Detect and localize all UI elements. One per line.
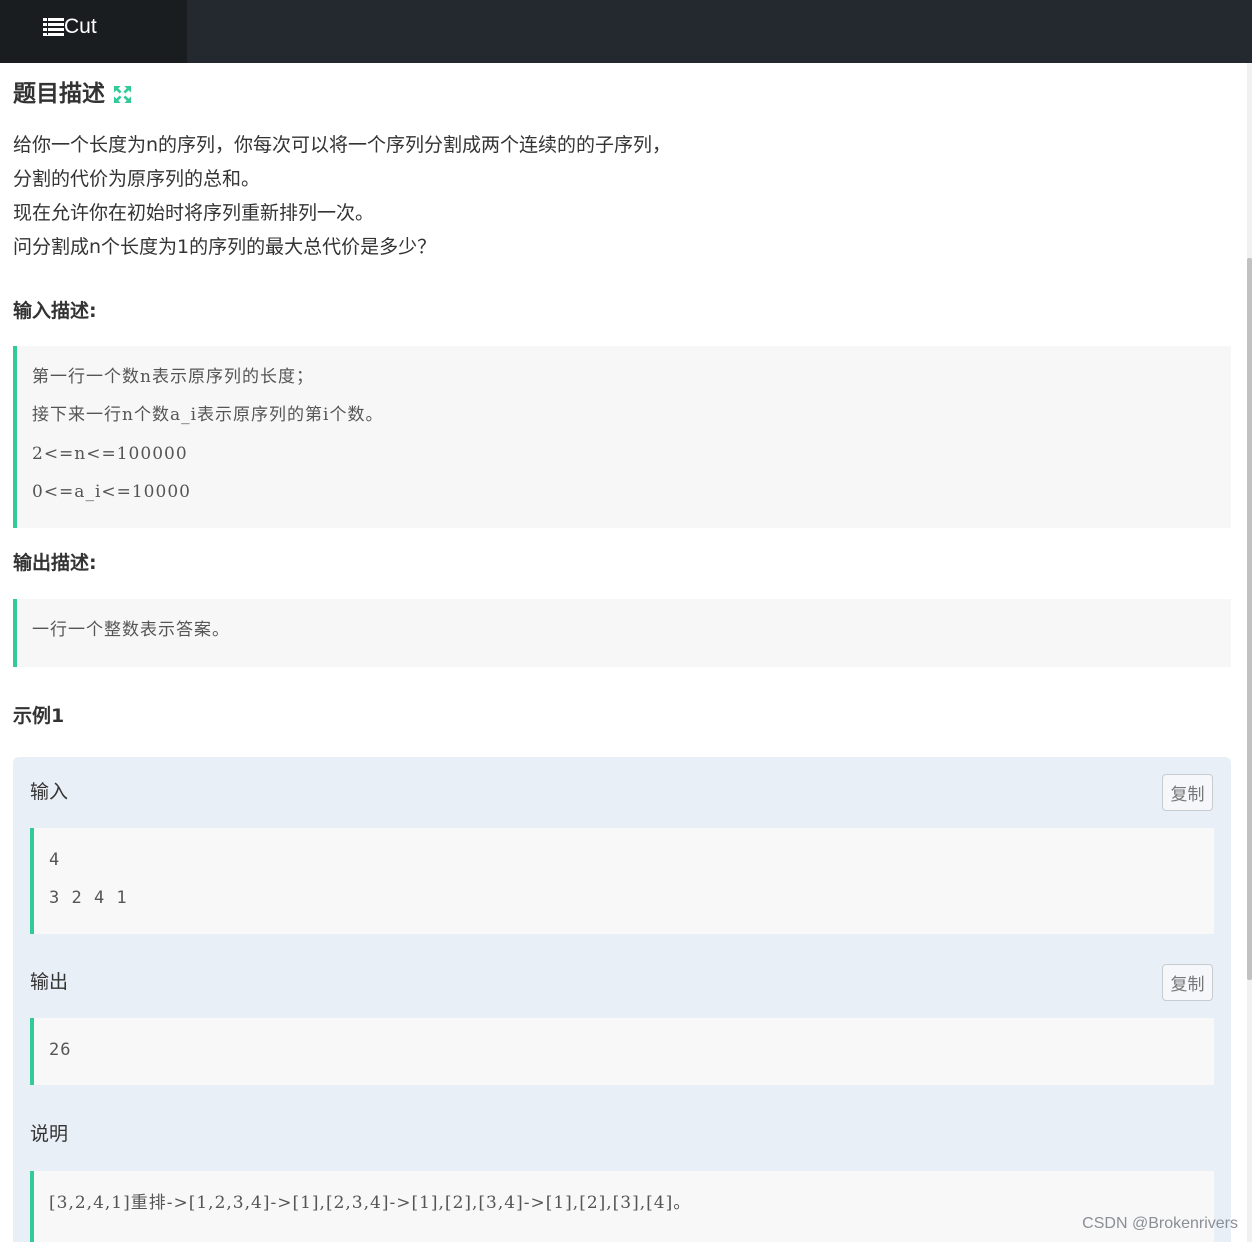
scrollbar-thumb[interactable] (1247, 258, 1252, 980)
example-output-code: 26 (30, 1018, 1214, 1085)
scrollbar[interactable] (1247, 63, 1252, 1242)
list-icon (43, 18, 64, 36)
input-heading: 输入描述: (13, 300, 97, 322)
input-description-line: 0<=a_i<=10000 (32, 482, 191, 502)
code-line: 3 2 4 1 (49, 888, 128, 908)
output-description-block: 一行一个整数表示答案。 (13, 599, 1231, 667)
input-description-line: 2<=n<=100000 (32, 444, 188, 464)
watermark: CSDN @Brokenrivers (1082, 1215, 1238, 1232)
expand-icon[interactable] (113, 85, 132, 104)
example-explain-label: 说明 (30, 1123, 69, 1145)
input-description-line: 接下来一行n个数a_i表示原序列的第i个数。 (32, 405, 384, 425)
description-line: 现在允许你在初始时将序列重新排列一次。 (13, 202, 375, 224)
title-text: 题目描述 (13, 81, 105, 107)
copy-input-button[interactable]: 复制 (1162, 774, 1213, 811)
description-line: 问分割成n个长度为1的序列的最大总代价是多少？ (13, 236, 437, 258)
tab-label: Cut (64, 15, 97, 38)
example-output-label: 输出 (30, 971, 69, 993)
example-explain-code: [3,2,4,1]重排->[1,2,3,4]->[1],[2,3,4]->[1]… (30, 1171, 1214, 1242)
code-line: 4 (49, 850, 61, 870)
example-input-code: 4 3 2 4 1 (30, 828, 1214, 934)
input-description-block: 第一行一个数n表示原序列的长度； 接下来一行n个数a_i表示原序列的第i个数。 … (13, 346, 1231, 528)
example-input-label: 输入 (30, 781, 69, 803)
problem-description: 给你一个长度为n的序列，你每次可以将一个序列分割成两个连续的的子序列， 分割的代… (13, 128, 671, 264)
output-heading: 输出描述: (13, 552, 97, 574)
example-panel: 输入 复制 4 3 2 4 1 输出 复制 26 说明 [3,2,4,1]重排-… (13, 757, 1231, 1242)
description-line: 分割的代价为原序列的总和。 (13, 168, 261, 190)
top-navbar: Cut (0, 0, 1252, 63)
description-line: 给你一个长度为n的序列，你每次可以将一个序列分割成两个连续的的子序列， (13, 134, 672, 156)
code-line: 26 (49, 1040, 72, 1060)
copy-output-button[interactable]: 复制 (1162, 964, 1213, 1001)
output-description-line: 一行一个整数表示答案。 (32, 620, 230, 640)
example-heading: 示例1 (13, 705, 65, 727)
input-description-line: 第一行一个数n表示原序列的长度； (32, 367, 314, 387)
tab-cut[interactable]: Cut (0, 0, 187, 63)
page-title: 题目描述 (13, 79, 132, 109)
code-line: [3,2,4,1]重排->[1,2,3,4]->[1],[2,3,4]->[1]… (49, 1193, 692, 1213)
